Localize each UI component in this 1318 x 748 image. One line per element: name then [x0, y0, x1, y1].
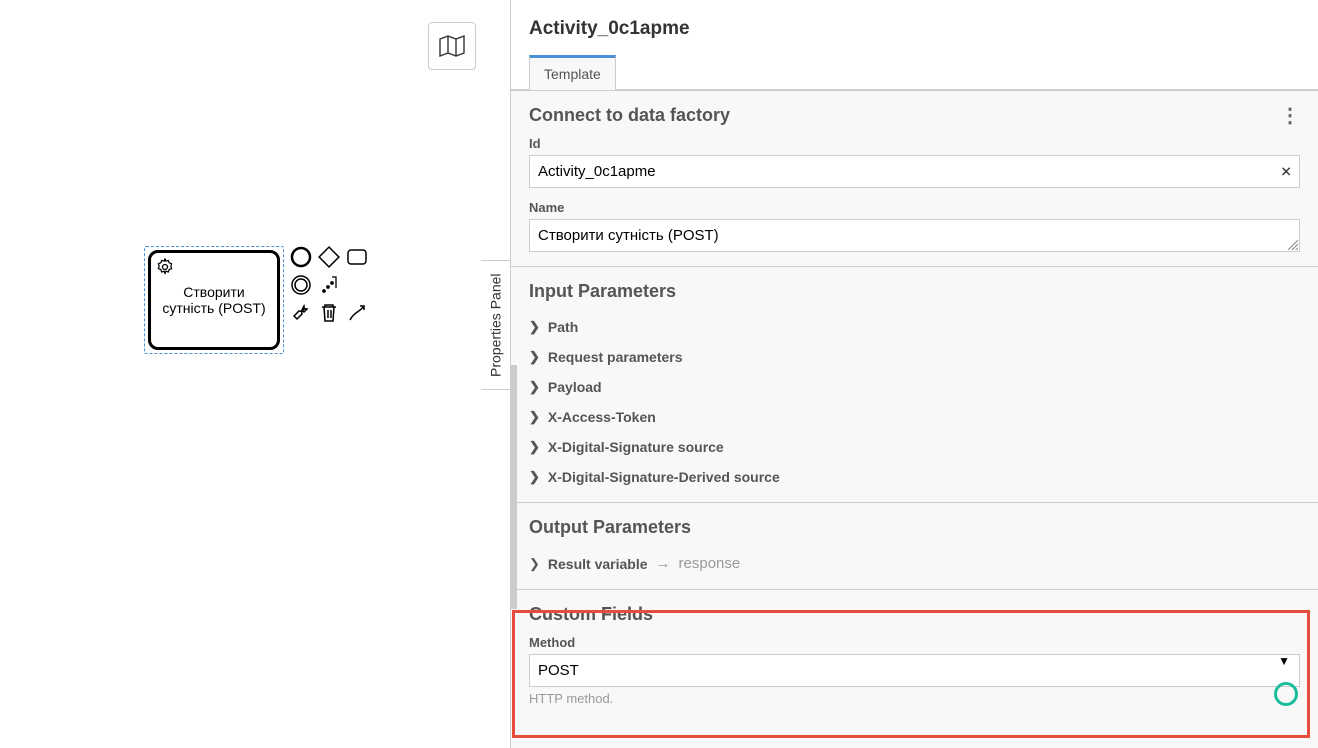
- append-task-button[interactable]: [344, 244, 370, 270]
- minimap-button[interactable]: [428, 22, 476, 70]
- annotation-button[interactable]: [316, 272, 342, 298]
- section-output-parameters: Output Parameters ❯ Result variable → re…: [511, 502, 1318, 589]
- section-indicator: [511, 365, 517, 609]
- placeholder-icon: [344, 272, 370, 298]
- tab-template-label: Template: [544, 66, 601, 82]
- method-select[interactable]: [529, 654, 1300, 687]
- result-variable-label: Result variable: [548, 556, 648, 572]
- panel-title: Activity_0c1apme: [529, 18, 1300, 40]
- name-label: Name: [529, 200, 1300, 215]
- input-path[interactable]: ❯Path: [529, 312, 1300, 342]
- append-gateway-button[interactable]: [316, 244, 342, 270]
- method-help-text: HTTP method.: [529, 691, 1300, 706]
- chevron-right-icon: ❯: [529, 409, 540, 425]
- chevron-right-icon: ❯: [529, 379, 540, 395]
- input-payload[interactable]: ❯Payload: [529, 372, 1300, 402]
- bpmn-service-task[interactable]: Створити сутність (POST): [148, 250, 280, 350]
- chevron-right-icon: ❯: [529, 319, 540, 335]
- section-custom-title: Custom Fields: [529, 604, 653, 625]
- connect-button[interactable]: [344, 300, 370, 326]
- output-result-variable[interactable]: ❯ Result variable → response: [529, 548, 1300, 579]
- section-menu-icon[interactable]: ⋮: [1280, 110, 1300, 122]
- clear-icon[interactable]: ✕: [1280, 163, 1292, 180]
- gear-icon: [155, 257, 175, 277]
- chevron-right-icon: ❯: [529, 556, 540, 572]
- name-input[interactable]: [529, 219, 1300, 252]
- tab-template[interactable]: Template: [529, 55, 616, 90]
- result-variable-value: response: [679, 555, 741, 572]
- chevron-right-icon: ❯: [529, 469, 540, 485]
- section-input-parameters: Input Parameters ❯Path ❯Request paramete…: [511, 266, 1318, 502]
- method-label: Method: [529, 635, 1300, 650]
- id-label: Id: [529, 136, 1300, 151]
- section-input-title: Input Parameters: [529, 281, 676, 302]
- append-intermediate-event-button[interactable]: [288, 272, 314, 298]
- resize-grip-icon: [1288, 240, 1298, 250]
- delete-button[interactable]: [316, 300, 342, 326]
- section-general: Connect to data factory ⋮ Id ✕ Name: [511, 90, 1318, 266]
- section-output-title: Output Parameters: [529, 517, 691, 538]
- map-icon: [439, 35, 465, 57]
- wrench-button[interactable]: [288, 300, 314, 326]
- section-general-title: Connect to data factory: [529, 105, 730, 126]
- input-x-digital-signature-source[interactable]: ❯X-Digital-Signature source: [529, 432, 1300, 462]
- task-label: Створити сутність (POST): [157, 284, 271, 316]
- properties-panel: Properties Panel Activity_0c1apme Templa…: [510, 0, 1318, 748]
- id-input[interactable]: [529, 155, 1300, 188]
- section-custom-fields: Custom Fields Method ▼ HTTP method.: [511, 589, 1318, 724]
- arrow-right-icon: →: [656, 555, 671, 572]
- properties-panel-toggle-label: Properties Panel: [488, 273, 504, 377]
- properties-panel-toggle[interactable]: Properties Panel: [481, 260, 511, 390]
- chevron-right-icon: ❯: [529, 349, 540, 365]
- input-x-digital-signature-derived-source[interactable]: ❯X-Digital-Signature-Derived source: [529, 462, 1300, 492]
- bpmn-canvas[interactable]: Створити сутність (POST): [0, 0, 510, 748]
- panel-tabs: Template: [529, 54, 1300, 89]
- input-request-parameters[interactable]: ❯Request parameters: [529, 342, 1300, 372]
- bpmn-context-pad: [288, 244, 378, 326]
- append-end-event-button[interactable]: [288, 244, 314, 270]
- chevron-right-icon: ❯: [529, 439, 540, 455]
- panel-header: Activity_0c1apme Template: [511, 0, 1318, 90]
- input-x-access-token[interactable]: ❯X-Access-Token: [529, 402, 1300, 432]
